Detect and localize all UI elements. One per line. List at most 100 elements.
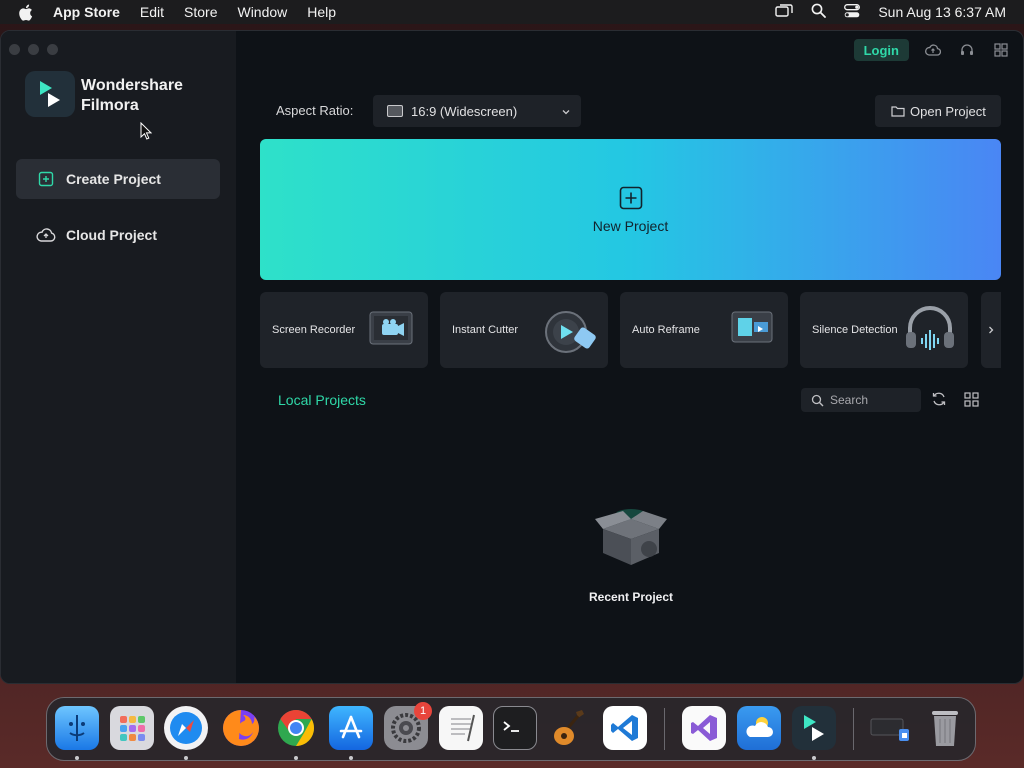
weather-icon [746, 717, 773, 737]
menu-clock[interactable]: Sun Aug 13 6:37 AM [878, 4, 1006, 20]
dock-downloads[interactable] [869, 706, 913, 750]
new-project-button[interactable]: New Project [260, 139, 1001, 280]
dock-trash[interactable] [923, 706, 967, 750]
safari-icon [170, 712, 202, 744]
local-projects-title: Local Projects [278, 392, 366, 408]
tool-label: Silence Detection [812, 324, 898, 336]
firefox-icon [223, 710, 259, 746]
headset-support-icon[interactable] [957, 40, 977, 60]
tool-silence-detection[interactable]: Silence Detection [800, 292, 968, 368]
dock-separator [664, 708, 665, 750]
new-project-label: New Project [592, 217, 669, 234]
dock-garageband[interactable] [548, 706, 592, 750]
search-icon [811, 394, 824, 407]
spotlight-search-icon[interactable] [811, 3, 827, 21]
zoom-window-button[interactable] [47, 44, 58, 55]
filmora-logo [25, 71, 75, 117]
tool-label: Screen Recorder [272, 324, 356, 336]
grid-view-icon[interactable] [964, 392, 979, 412]
apple-icon[interactable] [18, 3, 36, 21]
dock-filmora[interactable] [792, 706, 836, 750]
dock-finder[interactable] [55, 706, 99, 750]
dock-separator [853, 708, 854, 750]
silence-detection-icon [906, 306, 954, 350]
dock-textedit[interactable] [439, 706, 483, 750]
tool-screen-recorder[interactable]: Screen Recorder [260, 292, 428, 368]
window-controls [9, 44, 58, 55]
textedit-icon [451, 714, 475, 742]
downloads-stack-icon [870, 718, 909, 741]
running-indicator [184, 756, 188, 760]
tool-instant-cutter[interactable]: Instant Cutter [440, 292, 608, 368]
recent-project-label: Recent Project [588, 590, 674, 604]
dock-weather[interactable] [737, 706, 781, 750]
chevron-down-icon [561, 105, 571, 120]
terminal-icon [503, 721, 519, 732]
visual-studio-icon [691, 715, 717, 741]
tools-next-button[interactable] [981, 292, 1001, 368]
search-placeholder: Search [830, 393, 869, 407]
plus-square-icon [619, 186, 642, 209]
launchpad-icon [120, 716, 145, 741]
refresh-icon[interactable] [931, 391, 947, 412]
control-center-icon[interactable] [844, 3, 861, 21]
plus-square-icon [36, 169, 56, 189]
instant-cutter-icon [545, 311, 596, 353]
login-button[interactable]: Login [853, 39, 909, 61]
dock-visual-studio[interactable] [682, 706, 726, 750]
menu-help[interactable]: Help [307, 4, 336, 20]
dock-system-settings[interactable]: 1 [384, 702, 432, 750]
vscode-icon [611, 715, 638, 741]
menu-window[interactable]: Window [237, 4, 287, 20]
open-project-button[interactable]: Open Project [875, 95, 1001, 127]
quick-tools: Screen Recorder Instant Cutter Auto Refr… [260, 292, 968, 368]
dock-firefox[interactable] [219, 706, 263, 750]
aspect-ratio-dropdown[interactable]: 16:9 (Widescreen) [373, 95, 581, 127]
brand-name: Wondershare Filmora [81, 76, 183, 116]
cloud-icon [36, 225, 56, 245]
empty-box-icon [595, 509, 667, 565]
notification-badge: 1 [414, 702, 432, 720]
open-project-label: Open Project [910, 103, 986, 119]
dock-launchpad[interactable] [110, 706, 154, 750]
sidebar-item-cloud-project[interactable]: Cloud Project [16, 215, 220, 255]
filmora-logo-icon [40, 81, 60, 107]
dock: 1 [46, 697, 976, 761]
filmora-window: Wondershare Filmora Create Project Cloud… [0, 30, 1024, 684]
apps-grid-icon[interactable] [991, 40, 1011, 60]
tool-label: Instant Cutter [452, 324, 519, 336]
app-store-icon [339, 715, 363, 739]
brand-line-2: Filmora [81, 97, 139, 114]
dock-safari[interactable] [164, 706, 208, 750]
menu-edit[interactable]: Edit [140, 4, 164, 20]
dock-chrome[interactable] [274, 706, 318, 750]
mouse-cursor-icon [140, 121, 153, 145]
running-indicator [812, 756, 816, 760]
sidebar-item-label: Cloud Project [66, 227, 158, 243]
screen-recorder-icon [369, 311, 413, 345]
folder-icon [891, 105, 905, 117]
chevron-right-icon [989, 326, 994, 334]
tool-auto-reframe[interactable]: Auto Reframe [620, 292, 788, 368]
tool-label: Auto Reframe [632, 324, 700, 336]
brand-line-1: Wondershare [81, 77, 183, 94]
cloud-upload-icon[interactable] [923, 40, 943, 60]
running-indicator [349, 756, 353, 760]
auto-reframe-icon [731, 311, 773, 343]
finder-icon [69, 715, 85, 741]
screen-mirroring-icon[interactable] [775, 3, 794, 21]
project-search-input[interactable]: Search [801, 388, 921, 412]
minimize-window-button[interactable] [28, 44, 39, 55]
sidebar: Wondershare Filmora Create Project Cloud… [1, 31, 236, 683]
dock-terminal[interactable] [493, 706, 537, 750]
close-window-button[interactable] [9, 44, 20, 55]
guitar-icon [554, 710, 584, 745]
menu-app-name[interactable]: App Store [53, 4, 120, 20]
menu-store[interactable]: Store [184, 4, 217, 20]
dock-app-store[interactable] [329, 706, 373, 750]
running-indicator [294, 756, 298, 760]
aspect-ratio-value: 16:9 (Widescreen) [411, 103, 518, 119]
sidebar-item-create-project[interactable]: Create Project [16, 159, 220, 199]
dock-vscode[interactable] [603, 706, 647, 750]
widescreen-icon [387, 105, 403, 117]
